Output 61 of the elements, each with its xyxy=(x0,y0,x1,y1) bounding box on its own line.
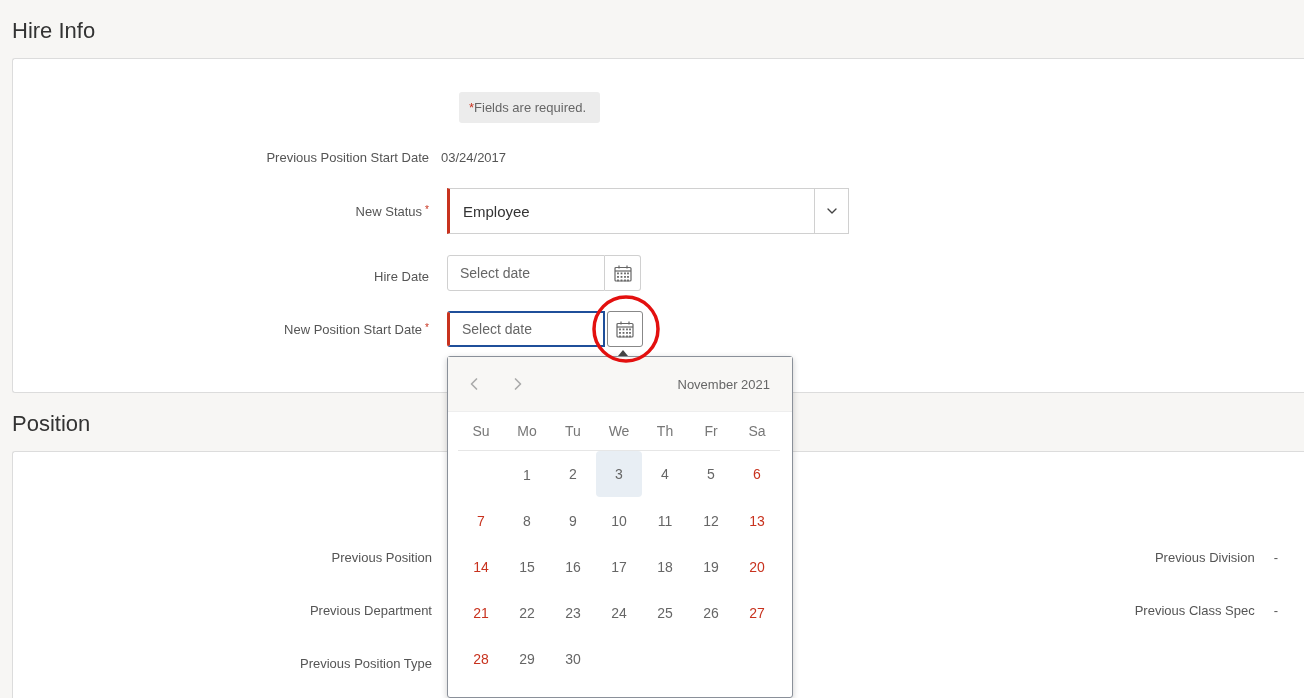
weekday-label: Th xyxy=(642,412,688,451)
calendar-day[interactable]: 26 xyxy=(688,590,734,636)
field-label: Previous Class Spec xyxy=(1134,603,1255,618)
calendar-day[interactable]: 27 xyxy=(734,590,780,636)
field-label: New Status * xyxy=(355,203,429,219)
calendar-icon xyxy=(613,264,632,282)
calendar-icon xyxy=(616,320,634,338)
calendar-day[interactable]: 24 xyxy=(596,590,642,636)
calendar-day[interactable]: 2 xyxy=(550,451,596,497)
calendar-button[interactable] xyxy=(605,255,641,291)
weekday-label: Sa xyxy=(734,412,780,451)
field-label: Previous Position Type xyxy=(300,656,432,671)
date-field[interactable]: Select date xyxy=(447,311,605,347)
calendar-day[interactable]: 29 xyxy=(504,636,550,682)
weekday-label: Fr xyxy=(688,412,734,451)
calendar-day[interactable]: 13 xyxy=(734,498,780,544)
field-label: Previous Position xyxy=(331,550,432,565)
calendar-day[interactable]: 14 xyxy=(458,544,504,590)
calendar-day[interactable]: 5 xyxy=(688,451,734,497)
calendar-day[interactable]: 1 xyxy=(504,452,550,498)
calendar-day[interactable]: 25 xyxy=(642,590,688,636)
calendar-day[interactable]: 17 xyxy=(596,544,642,590)
section-title: Hire Info xyxy=(12,17,96,45)
weekday-label: Mo xyxy=(504,412,550,451)
calendar-day[interactable]: 21 xyxy=(458,590,504,636)
highlight-circle xyxy=(591,294,661,364)
calendar-day[interactable]: 9 xyxy=(550,498,596,544)
calendar-day[interactable]: 18 xyxy=(642,544,688,590)
calendar-day[interactable]: 22 xyxy=(504,590,550,636)
required-mark: * xyxy=(425,321,429,333)
calendar-day[interactable]: 15 xyxy=(504,544,550,590)
calendar-day[interactable]: 30 xyxy=(550,636,596,682)
field-label: New Position Start Date * xyxy=(284,321,429,337)
calendar-day[interactable]: 6 xyxy=(734,451,780,497)
calendar-day[interactable]: 3 xyxy=(596,451,642,497)
month-title: November 2021 xyxy=(677,376,770,392)
calendar-day[interactable]: 12 xyxy=(688,498,734,544)
field-label: Previous Division xyxy=(1154,550,1255,565)
calendar-day[interactable]: 4 xyxy=(642,451,688,497)
section-title: Position xyxy=(12,410,91,438)
calendar-day[interactable]: 23 xyxy=(550,590,596,636)
field-value: - xyxy=(1273,550,1278,565)
field-label: Hire Date xyxy=(374,268,429,284)
calendar-button[interactable] xyxy=(607,311,643,347)
calendar-day[interactable]: 7 xyxy=(458,498,504,544)
calendar-day[interactable]: 19 xyxy=(688,544,734,590)
calendar-day[interactable]: 8 xyxy=(504,498,550,544)
weekday-label: Su xyxy=(458,412,504,451)
required-mark: * xyxy=(425,203,429,215)
calendar-day[interactable]: 28 xyxy=(458,636,504,682)
weekday-label: Tu xyxy=(550,412,596,451)
field-label: Previous Position Start Date xyxy=(266,150,429,165)
field-value: 03/24/2017 xyxy=(441,150,507,165)
field-value: - xyxy=(1273,603,1278,618)
calendar-day[interactable]: 10 xyxy=(596,498,642,544)
required-note: *Fields are required. xyxy=(459,92,601,123)
status-select[interactable]: Employee xyxy=(447,188,849,234)
calendar-day[interactable]: 11 xyxy=(642,498,688,544)
field-label: Previous Department xyxy=(309,603,432,618)
calendar-day[interactable]: 16 xyxy=(550,544,596,590)
calendar-day[interactable]: 20 xyxy=(734,544,780,590)
